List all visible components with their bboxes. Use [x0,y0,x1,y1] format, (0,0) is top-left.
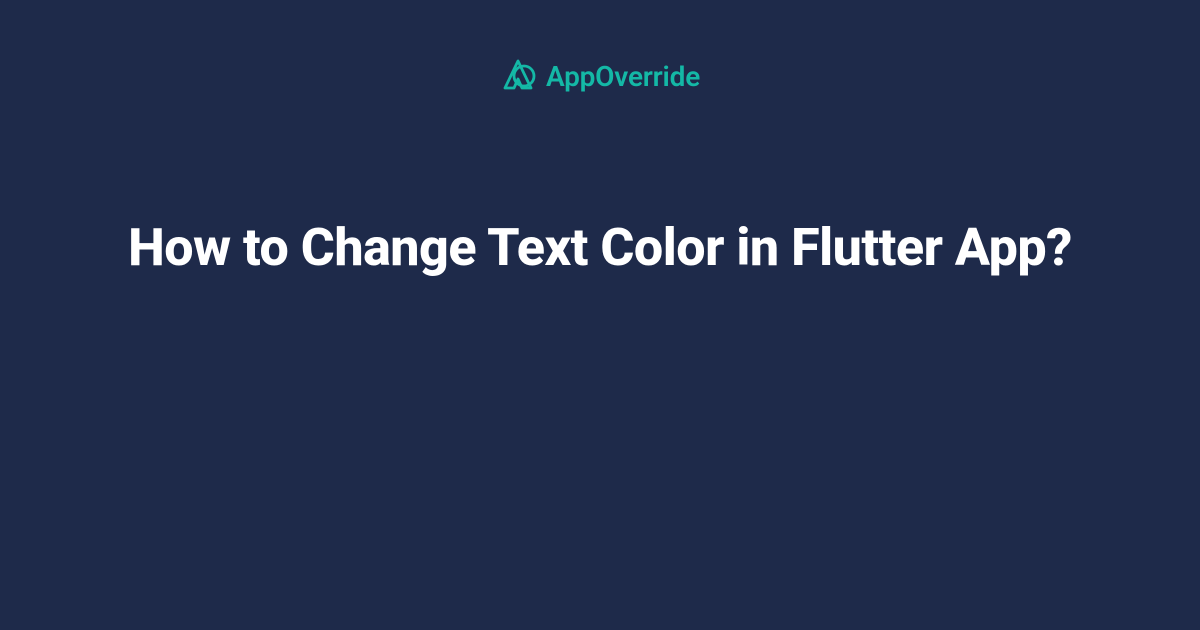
app-override-logo-icon [500,58,536,94]
page-headline: How to Change Text Color in Flutter App? [48,214,1152,282]
brand-logo: AppOverride [500,58,700,94]
brand-name: AppOverride [546,60,700,93]
